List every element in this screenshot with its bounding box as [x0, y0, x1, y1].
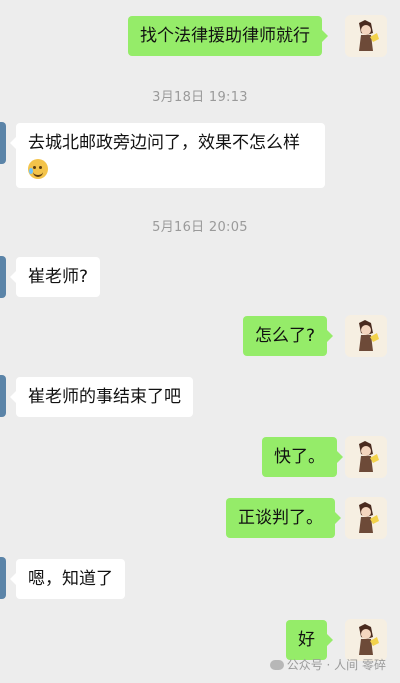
message-bubble-outgoing[interactable]: 找个法律援助律师就行 — [128, 16, 328, 56]
message-text: 正谈判了。 — [238, 508, 323, 528]
avatar-illustration-icon — [345, 15, 387, 57]
avatar-illustration-icon — [345, 619, 387, 661]
timestamp: 3月18日 19:13 — [152, 90, 248, 105]
message-text: 怎么了? — [255, 326, 316, 346]
avatar-illustration-icon — [345, 436, 387, 478]
message-bubble-outgoing[interactable]: 好 — [286, 620, 333, 660]
avatar-illustration-icon — [345, 497, 387, 539]
message-bubble-outgoing[interactable]: 快了。 — [262, 437, 343, 477]
message-bubble-incoming[interactable]: 嗯，知道了 — [10, 559, 125, 599]
my-avatar[interactable] — [345, 619, 387, 661]
contact-avatar[interactable] — [0, 256, 6, 298]
laughing-crying-emoji-icon — [28, 159, 48, 179]
message-bubble-incoming[interactable]: 崔老师? — [9, 257, 101, 297]
message-text: 找个法律援助律师就行 — [140, 26, 310, 46]
avatar-illustration-icon — [345, 315, 387, 357]
contact-avatar[interactable] — [0, 375, 6, 417]
message-text: 嗯，知道了 — [28, 569, 113, 589]
chat-area: 找个法律援助律师就行 3月18日 19:13 去城北邮政旁边问了，效果不怎么样 … — [0, 0, 400, 683]
my-avatar[interactable] — [345, 315, 387, 357]
message-text: 好 — [298, 630, 315, 650]
message-bubble-incoming[interactable]: 崔老师的事结束了吧 — [10, 377, 193, 417]
my-avatar[interactable] — [345, 15, 387, 57]
watermark-text: 公众号 · 人间 零碎 — [286, 658, 386, 672]
message-bubble-incoming[interactable]: 去城北邮政旁边问了，效果不怎么样 — [10, 123, 325, 188]
my-avatar[interactable] — [345, 436, 387, 478]
message-bubble-outgoing[interactable]: 怎么了? — [243, 316, 334, 356]
my-avatar[interactable] — [345, 497, 387, 539]
timestamp: 5月16日 20:05 — [152, 220, 248, 235]
message-text: 崔老师的事结束了吧 — [28, 387, 181, 407]
message-text: 去城北邮政旁边问了，效果不怎么样 — [28, 133, 300, 153]
message-text: 快了。 — [274, 447, 325, 467]
wechat-official-account-icon — [269, 660, 284, 670]
message-bubble-outgoing[interactable]: 正谈判了。 — [226, 498, 341, 538]
contact-avatar[interactable] — [0, 557, 6, 599]
watermark: 公众号 · 人间 零碎 — [269, 656, 386, 673]
contact-avatar[interactable] — [0, 122, 6, 164]
message-text: 崔老师? — [28, 267, 89, 287]
